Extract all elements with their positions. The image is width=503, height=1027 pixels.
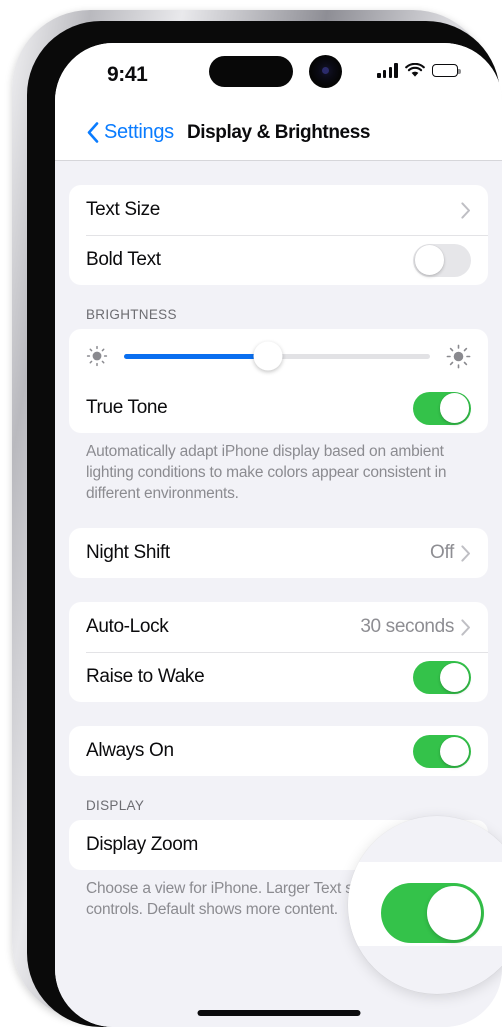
row-night-shift[interactable]: Night Shift Off — [69, 528, 488, 578]
front-camera-icon — [309, 55, 342, 88]
row-always-on[interactable]: Always On — [69, 726, 488, 776]
always-on-toggle[interactable] — [413, 734, 471, 768]
brightness-slider-fill — [124, 353, 268, 359]
row-night-shift-label: Night Shift — [86, 542, 170, 564]
settings-list[interactable]: Text Size Bold Text BRIGHTNESS True Tone… — [55, 161, 502, 1027]
night-shift-group: Night Shift Off — [69, 528, 488, 579]
iphone-screen: 9:41 Settings Display & Brightness Text … — [55, 43, 502, 1027]
brightness-section-header: BRIGHTNESS — [86, 307, 177, 322]
row-bold-text[interactable]: Bold Text — [69, 235, 488, 285]
brightness-section-footer: Automatically adapt iPhone display based… — [86, 443, 447, 502]
brightness-slider-track[interactable] — [124, 341, 430, 371]
device-bezel: 9:41 Settings Display & Brightness Text … — [27, 21, 502, 1027]
always-on-group: Always On — [69, 726, 488, 777]
row-always-on-label: Always On — [86, 740, 174, 762]
navigation-bar: Settings Display & Brightness — [55, 109, 502, 161]
chevron-right-icon — [461, 201, 470, 219]
magnified-always-on-toggle[interactable] — [381, 883, 484, 943]
dynamic-island — [209, 56, 293, 87]
row-display-zoom-label: Display Zoom — [86, 834, 198, 856]
battery-icon — [432, 63, 461, 78]
sun-high-icon — [446, 344, 471, 368]
row-text-size[interactable]: Text Size — [69, 185, 488, 235]
chevron-right-icon — [461, 545, 470, 562]
row-text-size-label: Text Size — [86, 199, 160, 220]
text-settings-group: Text Size Bold Text — [69, 185, 488, 285]
device-frame: 9:41 Settings Display & Brightness Text … — [12, 10, 502, 1027]
row-bold-text-label: Bold Text — [86, 249, 161, 270]
row-auto-lock[interactable]: Auto-Lock 30 seconds — [69, 602, 488, 652]
row-true-tone-label: True Tone — [86, 397, 168, 418]
sun-low-icon — [86, 345, 108, 367]
status-bar-icons — [377, 63, 461, 78]
status-bar: 9:41 — [55, 43, 502, 109]
page-title: Display & Brightness — [186, 122, 371, 143]
bold-text-toggle[interactable] — [413, 243, 471, 277]
lock-settings-group: Auto-Lock 30 seconds Raise to Wake — [69, 602, 488, 703]
signal-bars-icon — [377, 63, 398, 78]
true-tone-toggle[interactable] — [413, 391, 471, 425]
brightness-slider-row[interactable] — [69, 329, 488, 383]
row-true-tone[interactable]: True Tone — [69, 383, 488, 433]
brightness-slider-knob[interactable] — [253, 341, 283, 371]
row-raise-to-wake-label: Raise to Wake — [86, 666, 205, 688]
home-indicator[interactable] — [197, 1010, 360, 1016]
row-raise-to-wake[interactable]: Raise to Wake — [69, 652, 488, 702]
wifi-icon — [405, 63, 425, 77]
row-auto-lock-value: 30 seconds — [360, 616, 454, 638]
row-auto-lock-label: Auto-Lock — [86, 616, 169, 638]
chevron-right-icon — [461, 619, 470, 636]
brightness-group: True Tone — [69, 329, 488, 433]
row-night-shift-value: Off — [430, 542, 454, 564]
display-section-header: DISPLAY — [86, 798, 145, 814]
raise-to-wake-toggle[interactable] — [413, 660, 471, 694]
status-bar-time: 9:41 — [107, 63, 148, 86]
